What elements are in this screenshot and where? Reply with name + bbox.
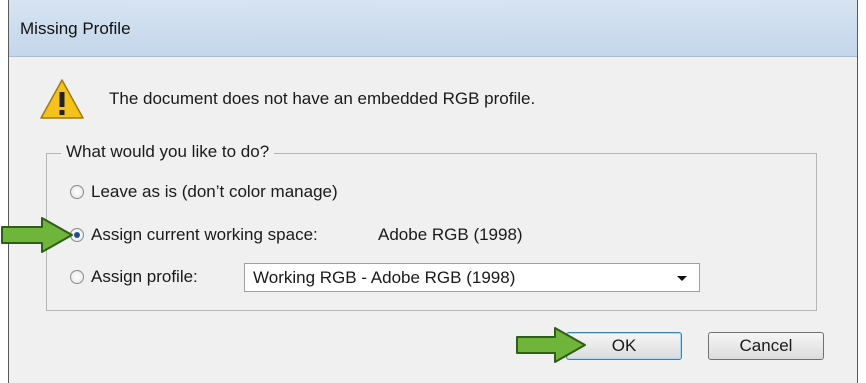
chevron-down-icon[interactable] xyxy=(677,276,687,281)
assign-profile-label: Assign profile: xyxy=(91,267,198,286)
profile-select-value: Working RGB - Adobe RGB (1998) xyxy=(253,268,516,287)
assign-profile-option[interactable]: Assign profile: xyxy=(70,266,198,288)
leave-as-is-label: Leave as is (don’t color manage) xyxy=(91,182,338,201)
missing-profile-dialog: Missing Profile The document does not ha… xyxy=(8,0,858,383)
radio-assign-profile[interactable] xyxy=(70,270,84,284)
leave-as-is-option[interactable]: Leave as is (don’t color manage) xyxy=(70,181,338,203)
green-arrow-icon xyxy=(1,217,73,253)
title-bar: Missing Profile xyxy=(9,0,857,57)
cancel-button[interactable]: Cancel xyxy=(708,332,824,360)
group-label: What would you like to do? xyxy=(61,142,275,162)
profile-select[interactable]: Working RGB - Adobe RGB (1998) xyxy=(244,263,700,292)
options-group: What would you like to do? Leave as is (… xyxy=(46,142,817,311)
assign-working-space-label: Assign current working space: xyxy=(91,225,318,244)
green-arrow-icon xyxy=(516,327,586,363)
message-text: The document does not have an embedded R… xyxy=(109,89,536,108)
working-space-value: Adobe RGB (1998) xyxy=(378,225,523,244)
warning-icon xyxy=(40,79,84,119)
dialog-title: Missing Profile xyxy=(20,19,131,38)
assign-working-space-option[interactable]: Assign current working space: xyxy=(70,224,318,246)
radio-leave-as-is[interactable] xyxy=(70,185,84,199)
